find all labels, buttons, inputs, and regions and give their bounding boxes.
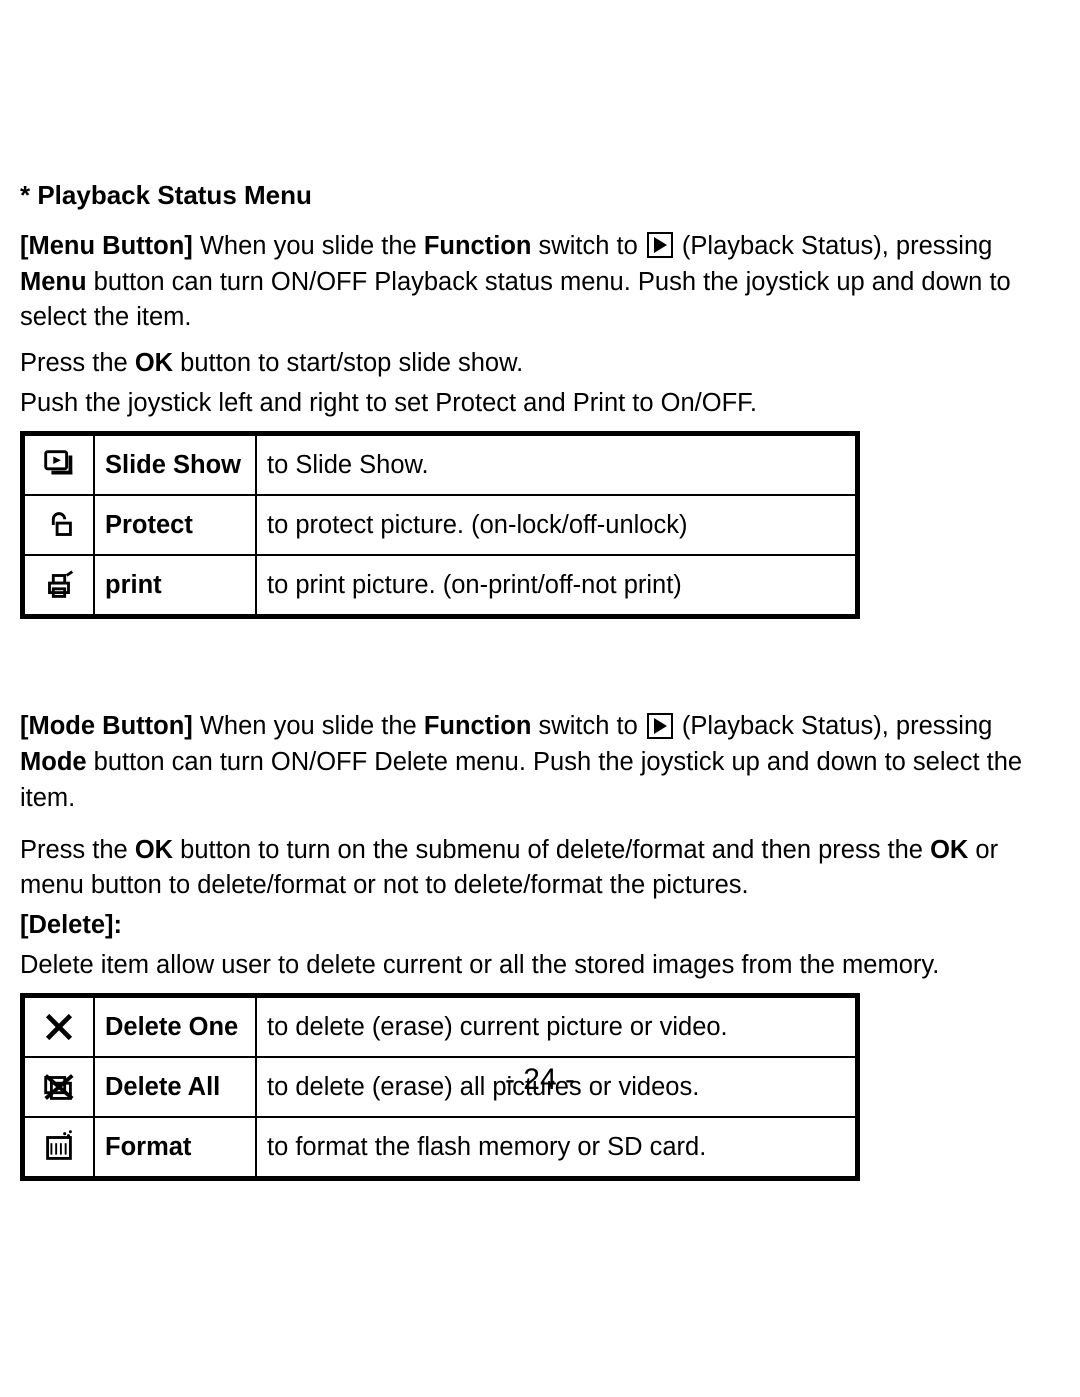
row-desc: to delete (erase) current picture or vid… [256,996,858,1058]
playback-icon [647,232,673,258]
row-label: Slide Show [94,434,256,496]
ok-word: OK [135,349,173,377]
slideshow-icon [23,434,95,496]
delete-heading: [Delete]: [20,908,1060,944]
joystick-line: Push the joystick left and right to set … [20,386,1060,422]
delete-one-icon [23,996,95,1058]
function-word: Function [424,232,532,260]
playback-menu-table: Slide Show to Slide Show. Protect to pro… [20,431,860,619]
format-icon [23,1117,95,1179]
table-row: Protect to protect picture. (on-lock/off… [23,495,858,555]
table-row: Format to format the flash memory or SD … [23,1117,858,1179]
mode-button-label: [Mode Button] [20,712,193,740]
mode-word: Mode [20,748,87,776]
menu-button-label: [Menu Button] [20,232,193,260]
row-label: Protect [94,495,256,555]
print-icon [23,555,95,617]
menu-button-paragraph: [Menu Button] When you slide the Functio… [20,229,1060,336]
protect-icon [23,495,95,555]
ok-word: OK [135,836,173,864]
ok-word: OK [930,836,968,864]
row-label: print [94,555,256,617]
menu-word: Menu [20,268,87,296]
delete-intro: Delete item allow user to delete current… [20,948,1060,984]
page-number: - 24 - [0,1063,1080,1097]
ok-delete-paragraph: Press the OK button to turn on the subme… [20,833,1060,904]
table-row: print to print picture. (on-print/off-no… [23,555,858,617]
table-row: Slide Show to Slide Show. [23,434,858,496]
row-desc: to print picture. (on-print/off-not prin… [256,555,858,617]
section-heading: * Playback Status Menu [20,180,1060,211]
table-row: Delete One to delete (erase) current pic… [23,996,858,1058]
row-desc: to Slide Show. [256,434,858,496]
row-label: Format [94,1117,256,1179]
function-word: Function [424,712,532,740]
playback-icon [647,713,673,739]
row-label: Delete One [94,996,256,1058]
row-desc: to protect picture. (on-lock/off-unlock) [256,495,858,555]
row-desc: to format the flash memory or SD card. [256,1117,858,1179]
ok-slide-line: Press the OK button to start/stop slide … [20,346,1060,382]
mode-button-paragraph: [Mode Button] When you slide the Functio… [20,709,1060,816]
